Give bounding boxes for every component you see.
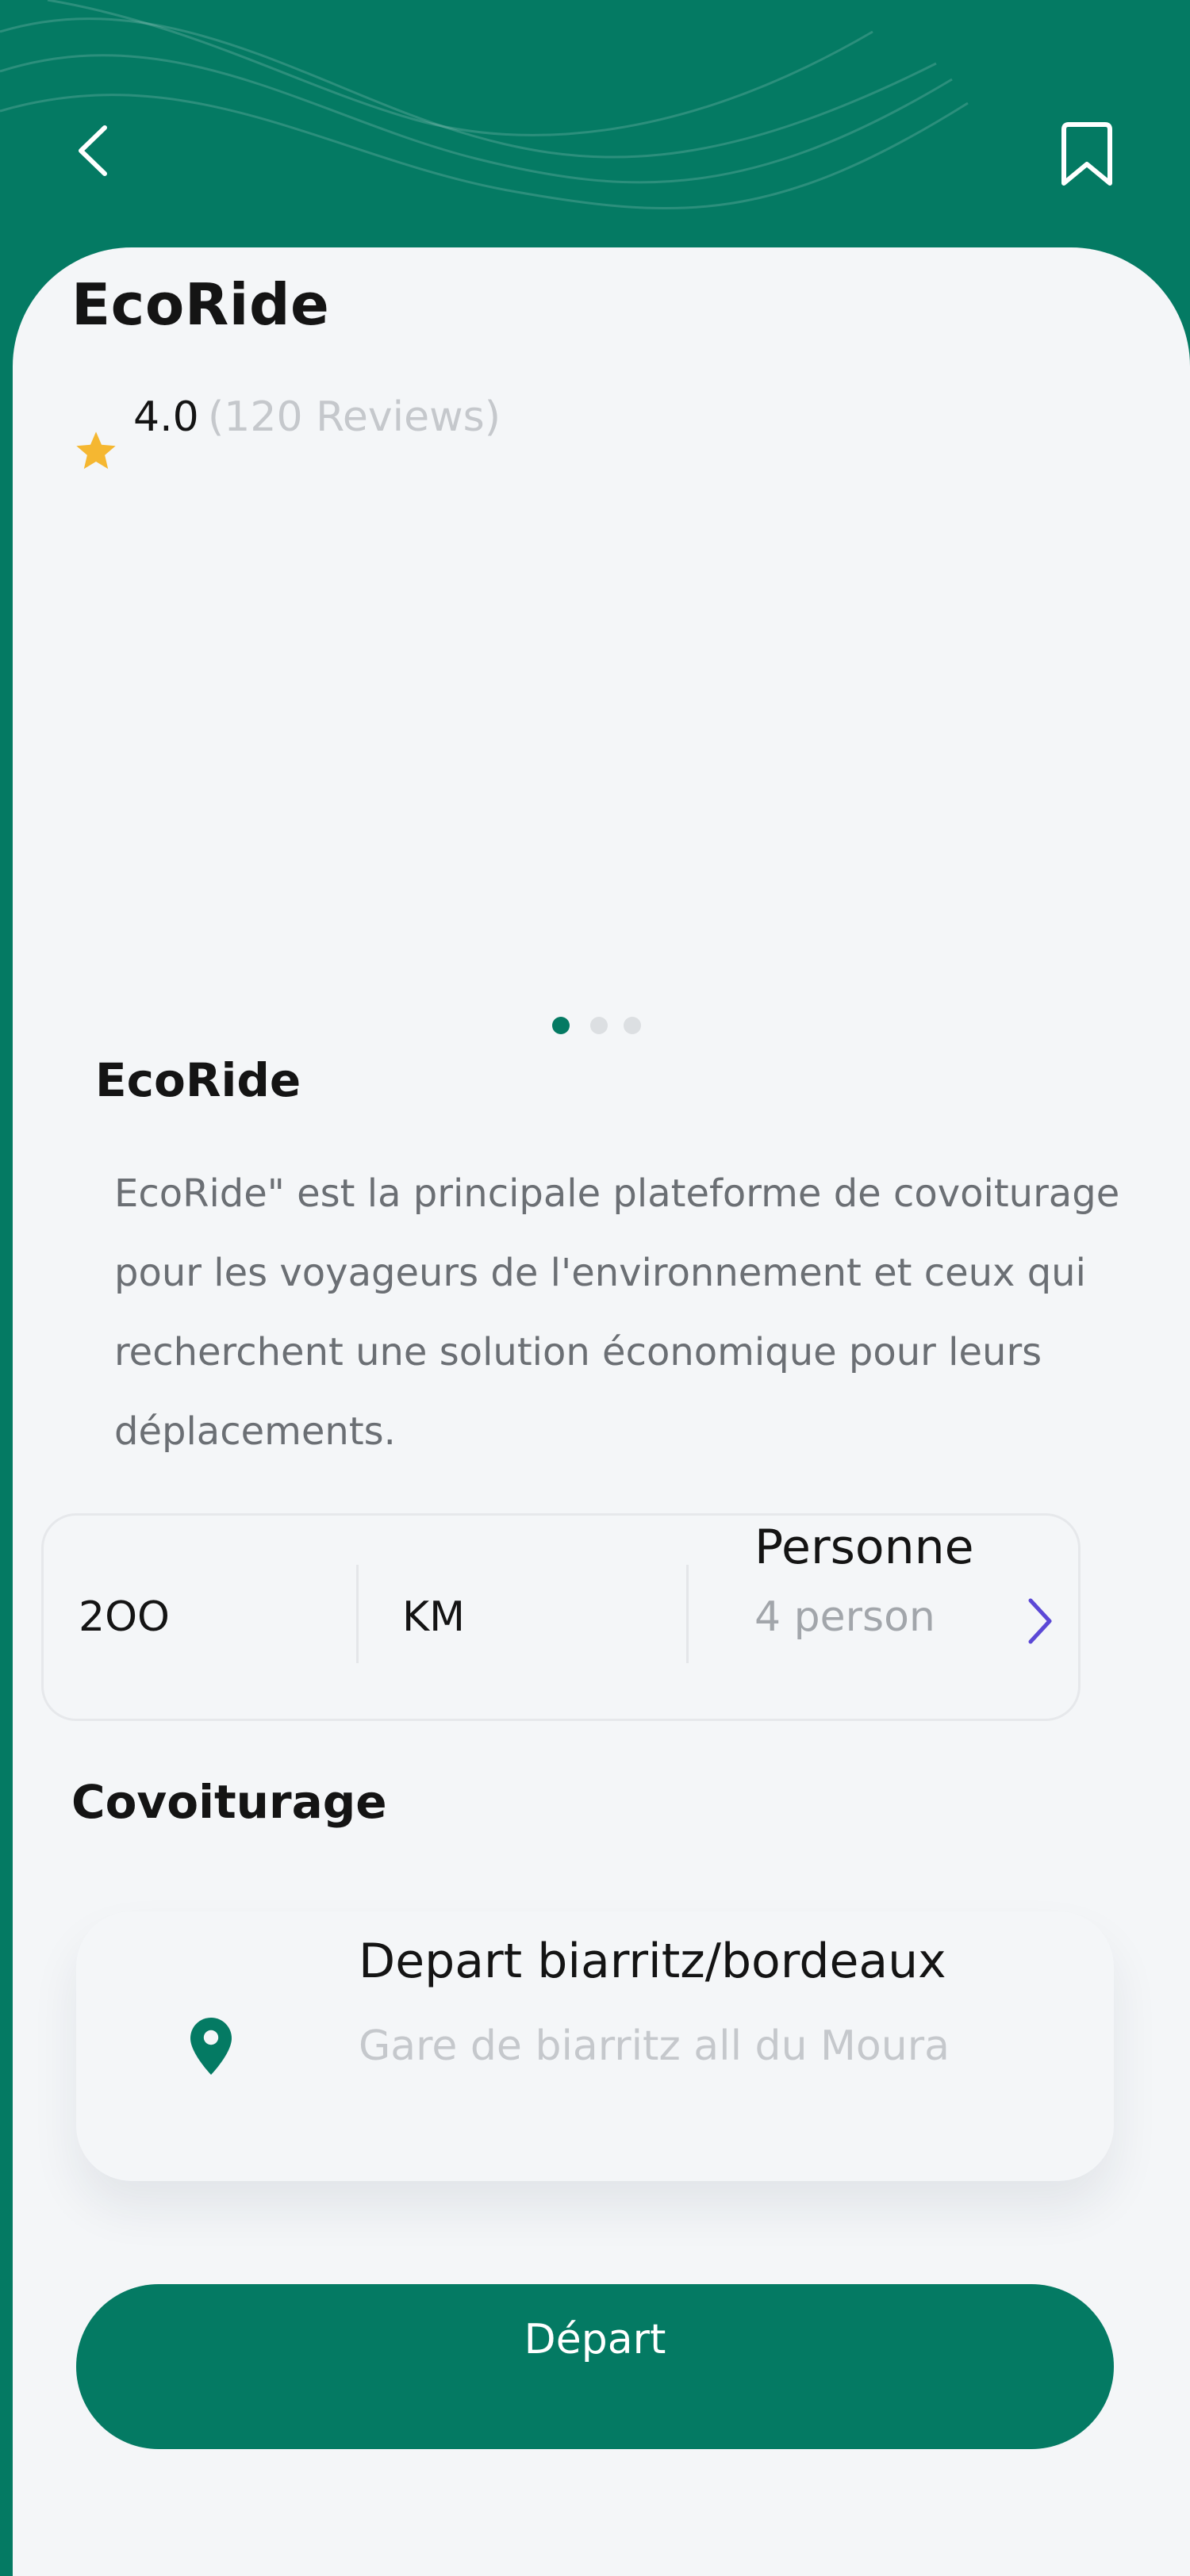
route-card[interactable]: Depart biarritz/bordeaux Gare de biarrit…	[76, 1911, 1114, 2181]
depart-button[interactable]: Départ	[76, 2284, 1114, 2449]
passengers-next-button[interactable]	[1012, 1585, 1067, 1657]
bookmark-button[interactable]	[1055, 119, 1119, 190]
divider	[686, 1565, 689, 1663]
distance-value: 2OO	[79, 1593, 170, 1641]
app-title: EcoRide	[71, 271, 330, 338]
divider	[356, 1565, 359, 1663]
route-title: Depart biarritz/bordeaux	[359, 1934, 946, 1989]
bookmark-icon	[1061, 122, 1112, 186]
rating-value: 4.0	[133, 393, 199, 441]
carousel-dot-3[interactable]	[624, 1017, 641, 1034]
rating-row: 4.0 (120 Reviews)	[71, 393, 627, 473]
distance-unit: KM	[402, 1593, 465, 1641]
about-description: EcoRide" est la principale plateforme de…	[114, 1171, 1120, 1454]
carousel-indicator	[547, 1017, 658, 1041]
route-subtitle: Gare de biarritz all du Moura	[359, 2022, 950, 2070]
about-title: EcoRide	[95, 1053, 301, 1107]
passengers-value: 4 person	[754, 1593, 935, 1641]
trip-stats-card: 2OO KM Personne 4 person	[41, 1513, 1081, 1721]
carousel-dot-1[interactable]	[552, 1017, 570, 1034]
chevron-right-icon	[1028, 1598, 1052, 1644]
carousel-dot-2[interactable]	[590, 1017, 608, 1034]
star-icon	[76, 431, 116, 470]
map-pin-icon	[190, 2018, 232, 2075]
back-button[interactable]	[63, 119, 121, 182]
rating-reviews-count: (120 Reviews)	[208, 393, 501, 441]
chevron-left-icon	[79, 125, 107, 176]
covoiturage-title: Covoiturage	[71, 1775, 387, 1829]
passengers-label: Personne	[754, 1520, 974, 1575]
